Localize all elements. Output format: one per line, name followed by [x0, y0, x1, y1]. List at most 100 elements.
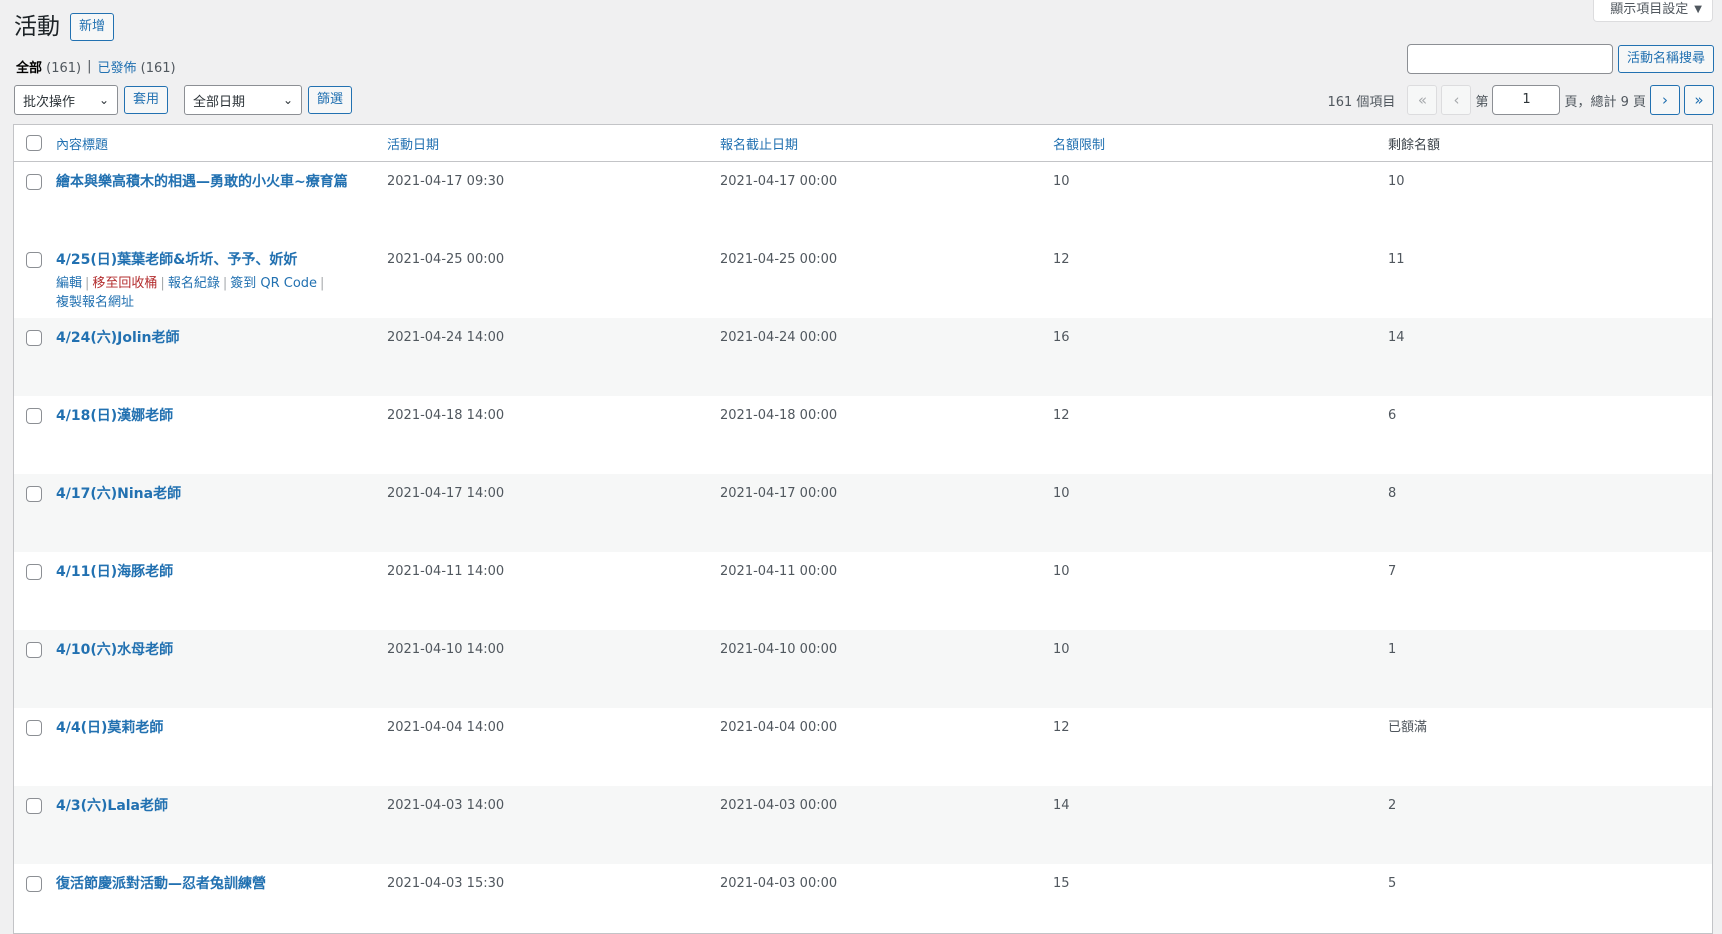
event-deadline: 2021-04-11 00:00: [720, 564, 838, 579]
event-remaining: 5: [1388, 876, 1397, 891]
event-title-link[interactable]: 4/18(日)漢娜老師: [56, 408, 173, 424]
edit-link[interactable]: 編輯: [56, 276, 82, 291]
row-checkbox[interactable]: [26, 564, 42, 580]
event-deadline: 2021-04-25 00:00: [720, 252, 838, 267]
event-remaining: 11: [1388, 252, 1405, 267]
event-limit: 12: [1053, 408, 1070, 423]
table-row: 4/18(日)漢娜老師 2021-04-18 14:00 2021-04-18 …: [14, 396, 1712, 474]
row-checkbox[interactable]: [26, 876, 42, 892]
tablenav-top: 批次操作 ⌄ 套用 全部日期 ⌄ 篩選 161 個項目 « ‹ 第 1 頁，總計…: [14, 84, 1714, 116]
table-row: 復活節慶派對活動—忍者兔訓練營 2021-04-03 15:30 2021-04…: [14, 864, 1712, 933]
search-button[interactable]: 活動名稱搜尋: [1617, 45, 1714, 73]
next-page-button[interactable]: ›: [1650, 85, 1680, 115]
view-published-count: (161): [140, 61, 176, 76]
event-date: 2021-04-10 14:00: [387, 642, 505, 657]
event-limit: 10: [1053, 174, 1070, 189]
row-checkbox[interactable]: [26, 408, 42, 424]
event-title-link[interactable]: 4/24(六)Jolin老師: [56, 330, 180, 346]
view-all-count: (161): [46, 61, 82, 76]
date-filter-select[interactable]: 全部日期 ⌄: [184, 85, 303, 115]
event-remaining: 14: [1388, 330, 1405, 345]
event-limit: 12: [1053, 720, 1070, 735]
event-date: 2021-04-17 14:00: [387, 486, 505, 501]
row-checkbox[interactable]: [26, 798, 42, 814]
row-actions: 編輯 | 移至回收桶 | 報名紀錄 | 簽到 QR Code | 複製報名網址: [56, 274, 387, 312]
table-row: 4/4(日)莫莉老師 2021-04-04 14:00 2021-04-04 0…: [14, 708, 1712, 786]
screen-options-toggle[interactable]: 顯示項目設定 ▼: [1593, 0, 1713, 22]
filter-button[interactable]: 篩選: [308, 86, 353, 114]
view-published-label: 已發佈: [97, 61, 137, 76]
row-checkbox[interactable]: [26, 486, 42, 502]
event-remaining: 6: [1388, 408, 1397, 423]
event-title-link[interactable]: 繪本與樂高積木的相遇—勇敢的小火車~療育篇: [56, 174, 348, 190]
caret-down-icon: ▼: [1694, 3, 1702, 15]
copy-url-link[interactable]: 複製報名網址: [56, 295, 134, 310]
row-checkbox[interactable]: [26, 642, 42, 658]
event-remaining: 10: [1388, 174, 1405, 189]
event-title-link[interactable]: 4/11(日)海豚老師: [56, 564, 173, 580]
table-row: 4/17(六)Nina老師 2021-04-17 14:00 2021-04-1…: [14, 474, 1712, 552]
row-checkbox[interactable]: [26, 174, 42, 190]
event-title-link[interactable]: 復活節慶派對活動—忍者兔訓練營: [56, 876, 266, 892]
event-date: 2021-04-04 14:00: [387, 720, 505, 735]
screen-options-label: 顯示項目設定: [1610, 1, 1689, 17]
event-limit: 10: [1053, 486, 1070, 501]
event-title-link[interactable]: 4/10(六)水母老師: [56, 642, 173, 658]
column-title[interactable]: 內容標題: [54, 134, 387, 153]
event-limit: 14: [1053, 798, 1070, 813]
action-separator: |: [222, 276, 228, 291]
event-title-link[interactable]: 4/17(六)Nina老師: [56, 486, 181, 502]
view-published[interactable]: 已發佈 (161): [98, 57, 176, 76]
prev-page-button[interactable]: ‹: [1441, 85, 1472, 115]
apply-button[interactable]: 套用: [124, 86, 169, 114]
action-separator: |: [320, 276, 325, 291]
qr-code-link[interactable]: 簽到 QR Code: [230, 276, 317, 291]
date-filter-value: 全部日期: [193, 94, 246, 110]
event-remaining: 已額滿: [1388, 720, 1428, 735]
event-remaining: 2: [1388, 798, 1397, 813]
event-title-link[interactable]: 4/4(日)莫莉老師: [56, 720, 163, 736]
table-row: 4/10(六)水母老師 2021-04-10 14:00 2021-04-10 …: [14, 630, 1712, 708]
event-limit: 15: [1053, 876, 1070, 891]
column-limit[interactable]: 名額限制: [1053, 134, 1388, 153]
event-title-link[interactable]: 4/3(六)Lala老師: [56, 798, 168, 814]
page-header: 活動 新增: [14, 12, 115, 42]
add-new-button[interactable]: 新增: [70, 13, 115, 41]
row-checkbox[interactable]: [26, 252, 42, 268]
event-deadline: 2021-04-18 00:00: [720, 408, 838, 423]
event-deadline: 2021-04-04 00:00: [720, 720, 838, 735]
action-separator: |: [85, 276, 90, 291]
view-all[interactable]: 全部 (161): [16, 57, 81, 76]
event-title-link[interactable]: 4/25(日)葉葉老師&圻圻、予予、妡妡: [56, 252, 297, 268]
event-date: 2021-04-11 14:00: [387, 564, 505, 579]
table-row: 繪本與樂高積木的相遇—勇敢的小火車~療育篇 2021-04-17 09:30 2…: [14, 162, 1712, 240]
row-checkbox[interactable]: [26, 720, 42, 736]
page-suffix: 頁，總計 9 頁: [1564, 94, 1646, 110]
bulk-action-select[interactable]: 批次操作 ⌄: [14, 85, 118, 115]
event-date: 2021-04-24 14:00: [387, 330, 505, 345]
column-event-date[interactable]: 活動日期: [387, 134, 720, 153]
event-date: 2021-04-17 09:30: [387, 174, 505, 189]
event-date: 2021-04-03 14:00: [387, 798, 505, 813]
trash-link[interactable]: 移至回收桶: [92, 276, 157, 291]
last-page-button[interactable]: »: [1684, 85, 1714, 115]
table-header: 內容標題 活動日期 報名截止日期 名額限制 剩餘名額: [14, 125, 1712, 162]
event-limit: 16: [1053, 330, 1070, 345]
event-deadline: 2021-04-10 00:00: [720, 642, 838, 657]
event-deadline: 2021-04-17 00:00: [720, 486, 838, 501]
column-remaining: 剩餘名額: [1388, 137, 1441, 153]
select-all-checkbox[interactable]: [26, 135, 42, 151]
table-row: 4/11(日)海豚老師 2021-04-11 14:00 2021-04-11 …: [14, 552, 1712, 630]
column-deadline[interactable]: 報名截止日期: [720, 134, 1053, 153]
row-checkbox[interactable]: [26, 330, 42, 346]
view-filters: 全部 (161) | 已發佈 (161): [16, 57, 176, 76]
event-deadline: 2021-04-03 00:00: [720, 876, 838, 891]
records-link[interactable]: 報名紀錄: [168, 276, 220, 291]
chevron-down-icon: ⌄: [282, 93, 294, 107]
events-table: 內容標題 活動日期 報名截止日期 名額限制 剩餘名額 繪本與樂高積木的相遇—勇敢…: [13, 124, 1713, 934]
first-page-button[interactable]: «: [1407, 85, 1438, 115]
current-page-input[interactable]: 1: [1492, 85, 1561, 115]
bulk-action-value: 批次操作: [23, 94, 76, 110]
search-input[interactable]: [1406, 44, 1613, 74]
chevron-down-icon: ⌄: [98, 93, 109, 107]
